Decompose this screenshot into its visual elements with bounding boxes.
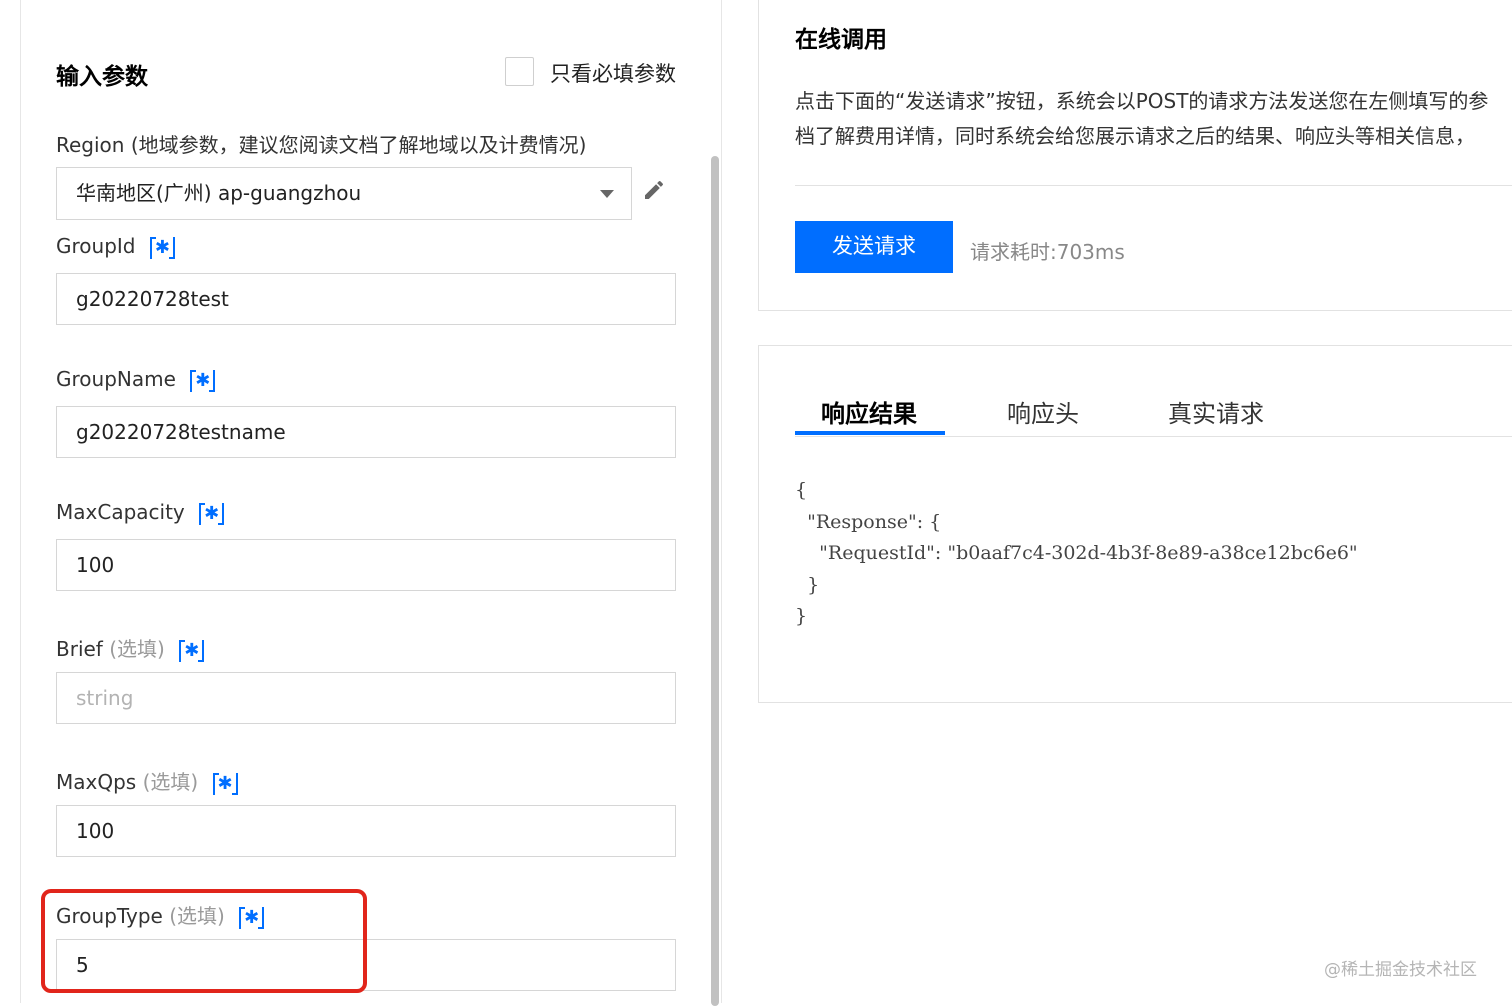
brief-input[interactable]: string bbox=[56, 672, 676, 724]
request-elapsed-time: 请求耗时:703ms bbox=[970, 240, 1125, 264]
required-marker-icon: ✱ bbox=[190, 370, 216, 392]
scrollbar-thumb[interactable] bbox=[711, 156, 719, 1006]
region-label: Region (地域参数，建议您阅读文档了解地域以及计费情况) bbox=[56, 133, 587, 157]
required-marker-icon: ✱ bbox=[199, 503, 225, 525]
required-marker-icon: ✱ bbox=[149, 237, 176, 259]
required-only-label[interactable]: 只看必填参数 bbox=[550, 58, 676, 88]
online-description-line: 档了解费用详情，同时系统会给您展示请求之后的结果、响应头等相关信息， bbox=[795, 124, 1475, 148]
optional-tag: (选填) bbox=[109, 637, 165, 661]
tab-response-result[interactable]: 响应结果 bbox=[821, 394, 917, 429]
field-label-groupid: GroupId ✱ bbox=[56, 234, 176, 259]
send-request-button[interactable]: 发送请求 bbox=[795, 221, 953, 273]
field-label-brief: Brief (选填) ✱ bbox=[56, 633, 205, 662]
required-only-checkbox[interactable] bbox=[505, 57, 534, 86]
field-name: MaxQps bbox=[56, 770, 137, 794]
optional-tag: (选填) bbox=[142, 770, 199, 794]
panel-border bbox=[20, 0, 21, 1003]
region-select[interactable]: 华南地区(广州) ap-guangzhou bbox=[56, 167, 632, 220]
field-label-groupname: GroupName ✱ bbox=[56, 367, 216, 392]
required-marker-icon: ✱ bbox=[212, 773, 238, 795]
divider bbox=[795, 436, 1512, 437]
params-title: 输入参数 bbox=[56, 64, 148, 90]
edit-pencil-icon[interactable] bbox=[642, 178, 666, 202]
online-description-line: 点击下面的“发送请求”按钮，系统会以POST的请求方法发送您在左侧填写的参 bbox=[795, 89, 1489, 113]
response-json-code: { "Response": { "RequestId": "b0aaf7c4-3… bbox=[795, 479, 1358, 627]
highlight-annotation bbox=[41, 889, 367, 993]
field-label-maxqps: MaxQps (选填) ✱ bbox=[56, 766, 238, 795]
groupname-input[interactable]: g20220728testname bbox=[56, 406, 676, 458]
tab-real-request[interactable]: 真实请求 bbox=[1168, 394, 1264, 429]
online-call-title: 在线调用 bbox=[795, 27, 887, 53]
field-label-maxcapacity: MaxCapacity ✱ bbox=[56, 500, 225, 525]
field-name: GroupId bbox=[56, 234, 136, 258]
divider bbox=[795, 185, 1512, 186]
tab-response-headers[interactable]: 响应头 bbox=[1007, 394, 1079, 429]
field-name: GroupName bbox=[56, 367, 176, 391]
input-params-panel: 输入参数 只看必填参数 Region (地域参数，建议您阅读文档了解地域以及计费… bbox=[0, 0, 722, 1006]
field-name: Brief bbox=[56, 637, 103, 661]
active-tab-indicator bbox=[795, 431, 945, 435]
panel-border bbox=[721, 0, 722, 1003]
watermark: @稀土掘金技术社区 bbox=[1324, 960, 1477, 980]
maxqps-input[interactable]: 100 bbox=[56, 805, 676, 857]
maxcapacity-input[interactable]: 100 bbox=[56, 539, 676, 591]
chevron-down-icon[interactable] bbox=[600, 190, 614, 198]
groupid-input[interactable]: g20220728test bbox=[56, 273, 676, 325]
required-marker-icon: ✱ bbox=[179, 640, 205, 662]
field-name: MaxCapacity bbox=[56, 500, 185, 524]
